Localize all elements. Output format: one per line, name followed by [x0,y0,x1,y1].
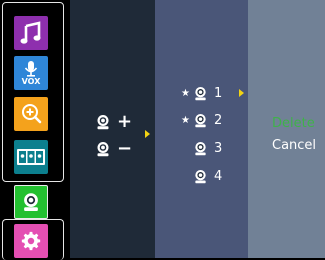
camera-number: 4 [214,168,223,184]
sidebar-item-zoom[interactable] [14,97,48,131]
microphone-icon [24,61,38,77]
add-camera-item[interactable]: + [95,111,132,133]
camera-number: 2 [214,112,223,128]
sidebar-item-music[interactable] [14,16,48,50]
selection-pointer-icon [239,89,244,97]
sidebar-item-display[interactable] [14,140,48,174]
gear-icon [21,231,41,251]
camera-icon [95,114,111,130]
sidebar-item-camera[interactable] [14,185,48,219]
display-icon [17,149,45,165]
selection-pointer-icon [145,130,150,138]
camera-icon [193,113,208,128]
sidebar-item-vox[interactable]: VOX [14,56,48,90]
camera-icon [193,169,208,184]
sidebar: VOX [0,0,70,260]
delete-option[interactable]: Delete [272,116,315,131]
camera-icon [193,86,208,101]
vox-label: VOX [21,77,41,86]
camera-icon [193,141,208,156]
remove-camera-item[interactable]: − [95,138,132,160]
camera-list-item[interactable]: 4 [181,166,222,186]
camera-list-item[interactable]: 3 [181,138,222,158]
cancel-option[interactable]: Cancel [272,138,316,153]
camera-list-item[interactable]: ★ 1 [181,83,222,103]
camera-list-item[interactable]: ★ 2 [181,110,222,130]
star-icon: ★ [181,87,190,99]
camera-icon [21,191,41,213]
zoom-in-icon [22,104,42,124]
remove-symbol: − [117,138,133,159]
camera-icon [95,141,111,157]
add-symbol: + [117,111,133,132]
star-icon: ★ [181,114,190,126]
camera-number: 1 [214,85,223,101]
music-note-icon [20,21,41,44]
camera-number: 3 [214,140,223,156]
sidebar-item-settings[interactable] [14,224,48,258]
